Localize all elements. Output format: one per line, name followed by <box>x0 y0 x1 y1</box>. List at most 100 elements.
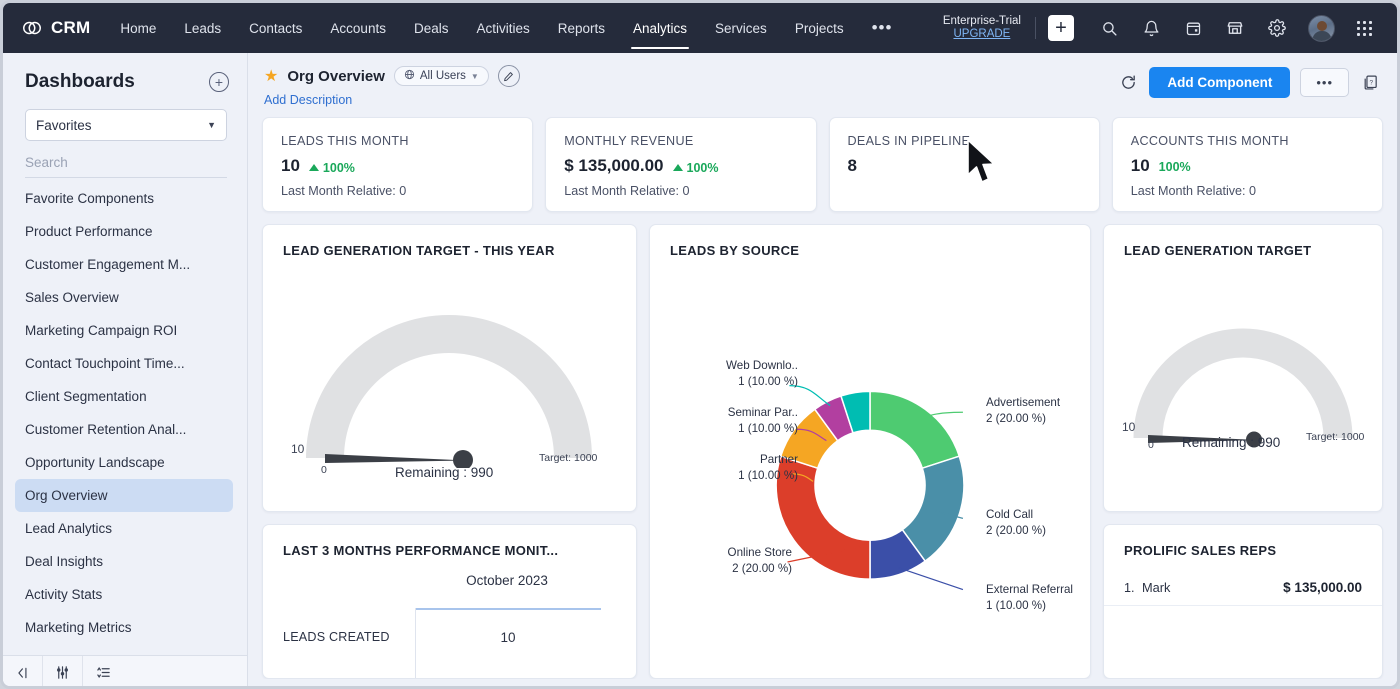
sidebar-title: Dashboards <box>25 71 135 93</box>
rep-name: Mark <box>1142 580 1170 595</box>
donut-chart-leads-by-source: Web Downlo.. 1 (10.00 %) Seminar Par.. 1… <box>650 225 1090 678</box>
calendar-icon[interactable] <box>1178 13 1208 43</box>
page-body: Dashboards + Favorites ▼ Search Favorite… <box>3 53 1397 689</box>
divider <box>1035 17 1036 39</box>
panel-lead-generation-target-this-year[interactable]: LEAD GENERATION TARGET - THIS YEAR 10 0 … <box>262 224 637 512</box>
nav-item-deals[interactable]: Deals <box>400 3 463 53</box>
scope-filter-chip[interactable]: All Users ▼ <box>394 66 489 86</box>
nav-item-reports[interactable]: Reports <box>544 3 619 53</box>
sidebar-item-marketing-campaign-roi[interactable]: Marketing Campaign ROI <box>15 314 233 347</box>
kpi-card-monthly-revenue[interactable]: MONTHLY REVENUE $ 135,000.00 100% Last M… <box>545 117 816 212</box>
gear-icon[interactable] <box>1262 13 1292 43</box>
sidebar-item-opportunity-landscape[interactable]: Opportunity Landscape <box>15 446 233 479</box>
nav-item-services[interactable]: Services <box>701 3 781 53</box>
donut-label-seminar-partner: Seminar Par.. 1 (10.00 %) <box>660 405 798 436</box>
sidebar-item-sales-overview[interactable]: Sales Overview <box>15 281 233 314</box>
dashboard-grid: LEADS THIS MONTH 10 100% Last Month Rela… <box>248 107 1397 679</box>
bell-icon[interactable] <box>1136 13 1166 43</box>
table-row[interactable]: 1. Mark $ 135,000.00 <box>1104 572 1382 606</box>
star-icon[interactable]: ★ <box>264 66 278 86</box>
kpi-value: 10 <box>281 156 300 176</box>
kpi-title: ACCOUNTS THIS MONTH <box>1131 134 1364 148</box>
sidebar-item-contact-touchpoint[interactable]: Contact Touchpoint Time... <box>15 347 233 380</box>
panel-prolific-sales-reps[interactable]: PROLIFIC SALES REPS 1. Mark $ 135,000.00 <box>1103 524 1383 679</box>
trial-badge[interactable]: Enterprise-Trial UPGRADE <box>943 15 1021 41</box>
refresh-icon[interactable] <box>1117 72 1139 94</box>
brand-name: CRM <box>51 18 90 38</box>
rep-amount: $ 135,000.00 <box>1283 580 1362 595</box>
panel-last-3-months-performance[interactable]: LAST 3 MONTHS PERFORMANCE MONIT... Octob… <box>262 524 637 679</box>
nav-item-accounts[interactable]: Accounts <box>316 3 400 53</box>
nav-item-contacts[interactable]: Contacts <box>235 3 316 53</box>
sidebar-item-client-segmentation[interactable]: Client Segmentation <box>15 380 233 413</box>
app-grid-icon[interactable] <box>1349 13 1379 43</box>
dashboard-header-actions: Add Component ••• ? <box>1117 65 1381 98</box>
brand-logo[interactable]: CRM <box>21 17 90 39</box>
donut-label-partner: Partner 1 (10.00 %) <box>660 452 798 483</box>
add-description-link[interactable]: Add Description <box>264 93 520 107</box>
panel-title: LEAD GENERATION TARGET <box>1104 225 1382 258</box>
performance-row-value: 10 <box>415 630 601 645</box>
globe-icon <box>404 69 415 83</box>
sidebar-item-deal-insights[interactable]: Deal Insights <box>15 545 233 578</box>
pencil-icon[interactable] <box>498 65 520 87</box>
slice-value: 2 (20.00 %) <box>986 523 1046 539</box>
nav-item-analytics[interactable]: Analytics <box>619 3 701 53</box>
sidebar-item-customer-retention[interactable]: Customer Retention Anal... <box>15 413 233 446</box>
sidebar-search-input[interactable]: Search <box>25 155 227 178</box>
add-component-button[interactable]: Add Component <box>1149 67 1290 98</box>
slice-value: 1 (10.00 %) <box>660 374 798 390</box>
gauge-target-label: Target: 1000 <box>539 452 597 464</box>
kpi-delta-value: 100% <box>687 161 719 175</box>
nav-item-leads[interactable]: Leads <box>170 3 235 53</box>
gauge-remaining-label: Remaining : 990 <box>395 465 493 480</box>
avatar[interactable] <box>1308 15 1335 42</box>
sidebar-item-marketing-metrics[interactable]: Marketing Metrics <box>15 611 233 644</box>
kpi-card-accounts-this-month[interactable]: ACCOUNTS THIS MONTH 10 100% Last Month R… <box>1112 117 1383 212</box>
nav-item-home[interactable]: Home <box>106 3 170 53</box>
nav-item-projects[interactable]: Projects <box>781 3 858 53</box>
svg-text:?: ? <box>1369 80 1373 87</box>
sidebar-item-customer-engagement[interactable]: Customer Engagement M... <box>15 248 233 281</box>
kpi-card-leads-this-month[interactable]: LEADS THIS MONTH 10 100% Last Month Rela… <box>262 117 533 212</box>
sidebar-item-product-performance[interactable]: Product Performance <box>15 215 233 248</box>
panel-leads-by-source[interactable]: LEADS BY SOURCE <box>649 224 1091 679</box>
slice-value: 1 (10.00 %) <box>986 598 1073 614</box>
add-new-button[interactable]: + <box>1048 15 1074 41</box>
dashboard-filter-select[interactable]: Favorites ▼ <box>25 109 227 141</box>
performance-row-label: LEADS CREATED <box>283 630 390 644</box>
nav-more-icon[interactable]: ••• <box>858 18 907 38</box>
sidebar-item-activity-stats[interactable]: Activity Stats <box>15 578 233 611</box>
sidebar-item-favorite-components[interactable]: Favorite Components <box>15 182 233 215</box>
kpi-value: 10 <box>1131 156 1150 176</box>
sliders-icon[interactable] <box>43 656 83 689</box>
slice-name: Seminar Par.. <box>660 405 798 421</box>
left-panel-column: LEAD GENERATION TARGET - THIS YEAR 10 0 … <box>262 224 637 679</box>
chevron-down-icon: ▼ <box>207 120 216 130</box>
donut-label-advertisement: Advertisement 2 (20.00 %) <box>986 395 1060 426</box>
kpi-row: LEADS THIS MONTH 10 100% Last Month Rela… <box>262 117 1383 212</box>
panel-lead-generation-target[interactable]: LEAD GENERATION TARGET 10 0 Target: 1000… <box>1103 224 1383 512</box>
kpi-subtext: Last Month Relative: 0 <box>564 184 797 198</box>
collapse-panel-icon[interactable] <box>3 656 43 689</box>
more-options-button[interactable]: ••• <box>1300 68 1349 97</box>
slice-name: Partner <box>660 452 798 468</box>
gauge-value-label: 10 <box>1122 420 1135 434</box>
nav-item-activities[interactable]: Activities <box>462 3 543 53</box>
kpi-card-deals-in-pipeline[interactable]: DEALS IN PIPELINE 8 <box>829 117 1100 212</box>
slice-value: 1 (10.00 %) <box>660 468 798 484</box>
sidebar-item-lead-analytics[interactable]: Lead Analytics <box>15 512 233 545</box>
right-panel-column: LEAD GENERATION TARGET 10 0 Target: 1000… <box>1103 224 1383 679</box>
panel-title: LAST 3 MONTHS PERFORMANCE MONIT... <box>263 525 636 558</box>
slice-name: External Referral <box>986 582 1073 598</box>
copy-icon[interactable]: ? <box>1359 72 1381 94</box>
dashboard-filter-value: Favorites <box>36 118 92 133</box>
store-icon[interactable] <box>1220 13 1250 43</box>
kpi-delta: 100% <box>309 161 355 175</box>
sidebar-item-org-overview[interactable]: Org Overview <box>15 479 233 512</box>
search-icon[interactable] <box>1094 13 1124 43</box>
upgrade-link[interactable]: UPGRADE <box>943 28 1021 41</box>
charts-row: LEAD GENERATION TARGET - THIS YEAR 10 0 … <box>262 224 1383 679</box>
sort-list-icon[interactable] <box>83 656 123 689</box>
add-dashboard-button[interactable]: + <box>209 72 229 92</box>
